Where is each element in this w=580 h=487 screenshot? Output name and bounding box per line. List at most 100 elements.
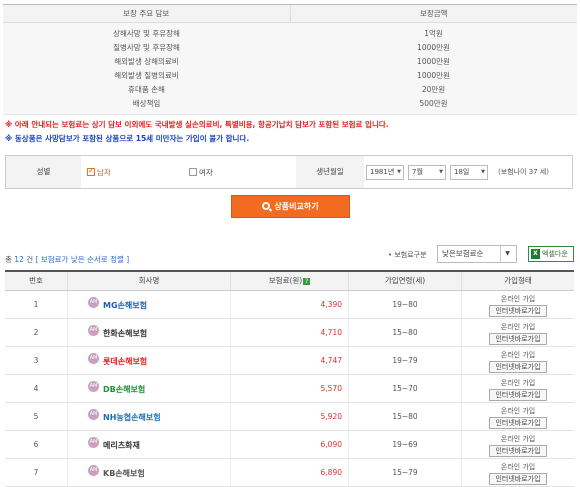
header-age: 가입연령(세) [349,272,462,290]
compare-button[interactable]: 상품비교하기 [231,195,350,218]
age-range: 15~80 [349,403,462,430]
coverage-item: 휴대품 손해 [128,85,165,94]
table-row: 4 AM DB손해보험 5,570 15~70 온라인 가입 인터넷바로가입 [5,375,574,403]
female-label[interactable]: 여자 [199,167,213,178]
filter-box: 성별 남자 여자 생년월일 1981년 7월 18일 (보험나이 37 세) [5,155,573,189]
company-cell[interactable]: AM NH농협손해보험 [68,403,231,430]
coverage-row: 해외발생 상해의료비 1000만원 [3,55,577,69]
company-cell[interactable]: AM 메리츠화재 [68,431,231,458]
company-cell[interactable]: AM DB손해보험 [68,375,231,402]
female-checkbox[interactable] [189,168,197,176]
header-company: 회사명 [68,272,231,290]
am-badge-icon: AM [88,464,99,476]
coverage-amount: 1억원 [424,29,443,38]
coverage-amount: 20만원 [421,85,446,94]
coverage-header-item: 보장 주요 담보 [3,5,291,22]
result-count: 총 12 건 [ 보험료가 낮은 순서로 정렬 ] [5,254,129,265]
coverage-row: 배상책임 500만원 [3,97,577,111]
birth-year-select[interactable]: 1981년 [366,165,404,180]
internet-join-button[interactable]: 인터넷바로가입 [489,305,547,317]
row-number: 6 [5,431,68,458]
company-name: DB손해보험 [103,384,146,394]
age-range: 19~80 [349,291,462,318]
sort-label: • 보험료구분 [388,251,427,259]
row-number: 2 [5,319,68,346]
company-cell[interactable]: AM MG손해보험 [68,291,231,318]
birth-day-select[interactable]: 18일 [450,165,488,180]
help-icon[interactable]: ? [303,278,311,285]
compare-button-label: 상품비교하기 [274,202,319,211]
premium-value: 6,090 [231,431,349,458]
row-number: 5 [5,403,68,430]
company-logo[interactable]: AM NH농협손해보험 [88,408,161,426]
coverage-body: 상해사망 및 후유장해 1억원 질병사망 및 후유장해 1000만원 해외발생 상해… [3,23,577,115]
company-logo[interactable]: AM KB손해보험 [88,464,145,482]
am-badge-icon: AM [88,408,99,420]
birth-month-select[interactable]: 7월 [408,165,446,180]
coverage-row: 해외발생 질병의료비 1000만원 [3,69,577,83]
company-logo[interactable]: AM DB손해보험 [88,380,145,398]
count-prefix: 총 [5,255,12,264]
internet-join-button[interactable]: 인터넷바로가입 [489,389,547,401]
table-row: 6 AM 메리츠화재 6,090 19~69 온라인 가입 인터넷바로가입 [5,431,574,459]
table-row: 1 AM MG손해보험 4,390 19~80 온라인 가입 인터넷바로가입 [5,291,574,319]
company-name: 롯데손해보험 [103,356,148,366]
coverage-item: 배상책임 [132,99,161,108]
premium-value: 4,747 [231,347,349,374]
coverage-amount: 500만원 [419,99,448,108]
sort-select[interactable]: 낮은보험료순 ▼ [437,245,517,263]
internet-join-button[interactable]: 인터넷바로가입 [489,417,547,429]
excel-download-button[interactable]: X 엑셀다운 [528,246,574,262]
join-type-cell: 온라인 가입인터넷바로가입 [462,459,574,486]
count-number: 12 [14,255,24,264]
premium-value: 4,390 [231,291,349,318]
male-checkbox[interactable] [87,166,95,176]
birth-label: 생년월일 [296,156,364,188]
coverage-amount: 1000만원 [417,57,450,66]
company-logo[interactable]: AM 메리츠화재 [88,436,140,454]
company-logo[interactable]: AM 한화손해보험 [88,324,147,342]
male-label[interactable]: 남자 [97,167,111,178]
table-row: 2 AM 한화손해보험 4,710 15~80 온라인 가입 인터넷바로가입 [5,319,574,347]
chevron-down-icon: ▼ [500,246,514,262]
table-row: 5 AM NH농협손해보험 5,920 15~80 온라인 가입 인터넷바로가입 [5,403,574,431]
coverage-header-amount: 보장금액 [419,9,448,18]
row-number: 3 [5,347,68,374]
header-number: 번호 [5,272,68,290]
coverage-row: 상해사망 및 후유장해 1억원 [3,27,577,41]
internet-join-button[interactable]: 인터넷바로가입 [489,445,547,457]
am-badge-icon: AM [88,352,99,364]
online-join-text: 온라인 가입 [500,435,536,443]
am-badge-icon: AM [88,324,99,336]
premium-notice: ※ 아래 안내되는 보험료는 상기 담보 이외에도 국내발생 실손의료비, 특별… [5,120,389,129]
company-logo[interactable]: AM 롯데손해보험 [88,352,147,370]
coverage-item: 해외발생 상해의료비 [114,57,179,66]
coverage-row: 질병사망 및 후유장해 1000만원 [3,41,577,55]
table-row: 3 AM 롯데손해보험 4,747 19~79 온라인 가입 인터넷바로가입 [5,347,574,375]
internet-join-button[interactable]: 인터넷바로가입 [489,361,547,373]
age-restriction-notice: ※ 동상품은 사망담보가 포함된 상품으로 15세 미만자는 가입이 불가 합니… [5,134,250,143]
header-premium-label: 보험료(원) [268,276,303,285]
join-type-cell: 온라인 가입인터넷바로가입 [462,431,574,458]
company-name: NH농협손해보험 [103,412,161,422]
company-cell[interactable]: AM KB손해보험 [68,459,231,486]
online-join-text: 온라인 가입 [500,295,536,303]
coverage-item: 상해사망 및 후유장해 [113,29,180,38]
search-icon [262,202,271,210]
online-join-text: 온라인 가입 [500,379,536,387]
premium-value: 5,920 [231,403,349,430]
join-type-cell: 온라인 가입 인터넷바로가입 [462,319,574,346]
am-badge-icon: AM [88,436,99,448]
company-cell[interactable]: AM 롯데손해보험 [68,347,231,374]
age-range: 19~79 [349,347,462,374]
internet-join-button[interactable]: 인터넷바로가입 [489,473,547,485]
internet-join-button[interactable]: 인터넷바로가입 [489,333,547,345]
online-join-text: 온라인 가입 [500,463,536,471]
count-suffix: 건 [26,255,34,264]
table-row: 7 AM KB손해보험 6,890 15~79 온라인 가입 인터넷바로가입 [5,459,574,487]
company-name: KB손해보험 [103,468,145,478]
excel-label: 엑셀다운 [542,250,568,258]
company-cell[interactable]: AM 한화손해보험 [68,319,231,346]
results-header: 번호 회사명 보험료(원)? 가입연령(세) 가입형태 [5,272,574,291]
company-logo[interactable]: AM MG손해보험 [88,296,147,314]
